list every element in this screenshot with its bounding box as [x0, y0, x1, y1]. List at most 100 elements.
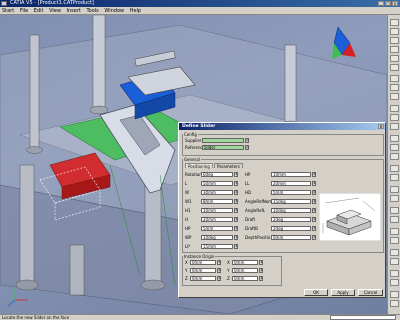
- param-left-1-field[interactable]: 50mm: [201, 181, 233, 186]
- reference-field[interactable]: Slider: [202, 145, 244, 150]
- origin-b-1-spinner-icon[interactable]: ⇕: [259, 268, 263, 273]
- reference-browse-icon[interactable]: ◎: [245, 145, 249, 150]
- menu-item-file[interactable]: File: [18, 7, 30, 15]
- toolbar-icon-17[interactable]: [390, 174, 399, 181]
- ok-button[interactable]: OK: [304, 289, 328, 296]
- toolbar-icon-12[interactable]: [390, 123, 399, 130]
- param-left-0-spinner-icon[interactable]: ⇕: [234, 172, 238, 177]
- param-left-0-field[interactable]: 0deg: [201, 172, 233, 177]
- toolbar-icon-3[interactable]: [390, 37, 399, 44]
- toolbar-icon-6[interactable]: [390, 64, 399, 71]
- catia-app-icon[interactable]: [1, 1, 7, 6]
- toolbar-icon-23[interactable]: [390, 237, 399, 244]
- menu-item-insert[interactable]: Insert: [65, 7, 83, 15]
- toolbar-icon-9[interactable]: [390, 93, 399, 100]
- toolbar-icon-22[interactable]: [390, 228, 399, 235]
- toolbar-icon-7[interactable]: [390, 75, 399, 82]
- param-left-1-spinner-icon[interactable]: ⇕: [234, 181, 238, 186]
- toolbar-icon-16[interactable]: [390, 165, 399, 172]
- menu-item-start[interactable]: Start: [0, 7, 16, 15]
- apply-button[interactable]: Apply: [331, 289, 355, 296]
- param-right-0-spinner-icon[interactable]: ⇕: [312, 172, 316, 177]
- toolbar-icon-8[interactable]: [390, 84, 399, 91]
- dialog-close-button[interactable]: ×: [378, 124, 384, 129]
- param-right-3-spinner-icon[interactable]: ⇕: [312, 199, 316, 204]
- toolbar-icon-26[interactable]: [390, 270, 399, 277]
- toolbar-icon-5[interactable]: [390, 55, 399, 62]
- toolbar-icon-10[interactable]: [390, 105, 399, 112]
- param-right-5-field[interactable]: 2deg: [271, 217, 311, 222]
- origin-b-2-field[interactable]: 0mm: [232, 276, 258, 281]
- menu-item-edit[interactable]: Edit: [32, 7, 46, 15]
- param-right-1-spinner-icon[interactable]: ⇕: [312, 181, 316, 186]
- toolbar-icon-21[interactable]: [390, 216, 399, 223]
- toolbar-icon-1[interactable]: [390, 19, 399, 26]
- toolbar-icon-29[interactable]: [390, 300, 399, 307]
- toolbar-icon-14[interactable]: [390, 144, 399, 151]
- param-left-8-field[interactable]: 15mm: [201, 244, 233, 249]
- param-right-7-field[interactable]: 0mm: [271, 235, 311, 240]
- origin-a-1-spinner-icon[interactable]: ⇕: [217, 268, 221, 273]
- origin-a-1-field[interactable]: 0mm: [190, 268, 216, 273]
- param-right-4-spinner-icon[interactable]: ⇕: [312, 208, 316, 213]
- param-right-6-field[interactable]: 2deg: [271, 226, 311, 231]
- toolbar-icon-27[interactable]: [390, 279, 399, 286]
- origin-b-0-spinner-icon[interactable]: ⇕: [259, 260, 263, 265]
- param-left-5-field[interactable]: 20mm: [201, 217, 233, 222]
- cancel-button[interactable]: Cancel: [358, 289, 383, 296]
- command-input[interactable]: [330, 315, 396, 320]
- tab-parameters[interactable]: Parameters: [214, 163, 243, 169]
- toolbar-icon-28[interactable]: [390, 291, 399, 298]
- origin-b-1-field[interactable]: 0mm: [232, 268, 258, 273]
- toolbar-icon-4[interactable]: [390, 46, 399, 53]
- origin-b-0-field[interactable]: 0mm: [232, 260, 258, 265]
- origin-a-0-spinner-icon[interactable]: ⇕: [217, 260, 221, 265]
- dialog-title-bar[interactable]: Define Slider ×: [179, 123, 385, 130]
- supplier-browse-icon[interactable]: ◎: [245, 138, 249, 143]
- param-left-8-spinner-icon[interactable]: ⇕: [234, 244, 238, 249]
- tab-positioning[interactable]: Positioning: [185, 163, 213, 169]
- supplier-field[interactable]: [202, 138, 244, 143]
- menu-item-window[interactable]: Window: [102, 7, 126, 15]
- param-left-2-field[interactable]: 30mm: [201, 190, 233, 195]
- param-right-6-spinner-icon[interactable]: ⇕: [312, 226, 316, 231]
- origin-a-0-field[interactable]: 0mm: [190, 260, 216, 265]
- param-left-2-spinner-icon[interactable]: ⇕: [234, 190, 238, 195]
- toolbar-icon-18[interactable]: [390, 186, 399, 193]
- param-left-3-spinner-icon[interactable]: ⇕: [234, 199, 238, 204]
- param-right-0-field[interactable]: 10mm: [271, 172, 311, 177]
- maximize-button[interactable]: □: [385, 1, 391, 6]
- origin-b-2-spinner-icon[interactable]: ⇕: [259, 276, 263, 281]
- toolbar-icon-20[interactable]: [390, 207, 399, 214]
- param-left-7-field[interactable]: 10deg: [201, 235, 233, 240]
- origin-a-2-field[interactable]: 0mm: [190, 276, 216, 281]
- close-window-button[interactable]: ×: [392, 1, 398, 6]
- param-right-4-field[interactable]: 10deg: [271, 208, 311, 213]
- param-right-2-spinner-icon[interactable]: ⇕: [312, 190, 316, 195]
- origin-a-2-spinner-icon[interactable]: ⇕: [217, 276, 221, 281]
- param-right-5-spinner-icon[interactable]: ⇕: [312, 217, 316, 222]
- toolbar-icon-25[interactable]: [390, 258, 399, 265]
- minimize-button[interactable]: _: [378, 1, 384, 6]
- param-left-5-spinner-icon[interactable]: ⇕: [234, 217, 238, 222]
- menu-item-help[interactable]: Help: [128, 7, 143, 15]
- toolbar-icon-15[interactable]: [390, 153, 399, 160]
- toolbar-icon-11[interactable]: [390, 114, 399, 121]
- param-left-7-spinner-icon[interactable]: ⇕: [234, 235, 238, 240]
- menu-item-view[interactable]: View: [47, 7, 63, 15]
- toolbar-icon-2[interactable]: [390, 28, 399, 35]
- toolbar-icon-13[interactable]: [390, 135, 399, 142]
- menu-item-tools[interactable]: Tools: [84, 7, 100, 15]
- param-right-1-field[interactable]: 20mm: [271, 181, 311, 186]
- param-right-3-field[interactable]: 15deg: [271, 199, 311, 204]
- compass-icon[interactable]: [332, 26, 356, 59]
- toolbar-icon-19[interactable]: [390, 195, 399, 202]
- param-left-4-spinner-icon[interactable]: ⇕: [234, 208, 238, 213]
- param-right-2-field[interactable]: 5mm: [271, 190, 311, 195]
- toolbar-icon-24[interactable]: [390, 249, 399, 256]
- param-right-7-spinner-icon[interactable]: ⇕: [312, 235, 316, 240]
- param-left-6-spinner-icon[interactable]: ⇕: [234, 226, 238, 231]
- param-left-4-field[interactable]: 10mm: [201, 208, 233, 213]
- param-left-3-field[interactable]: 8mm: [201, 199, 233, 204]
- param-left-6-field[interactable]: 5mm: [201, 226, 233, 231]
